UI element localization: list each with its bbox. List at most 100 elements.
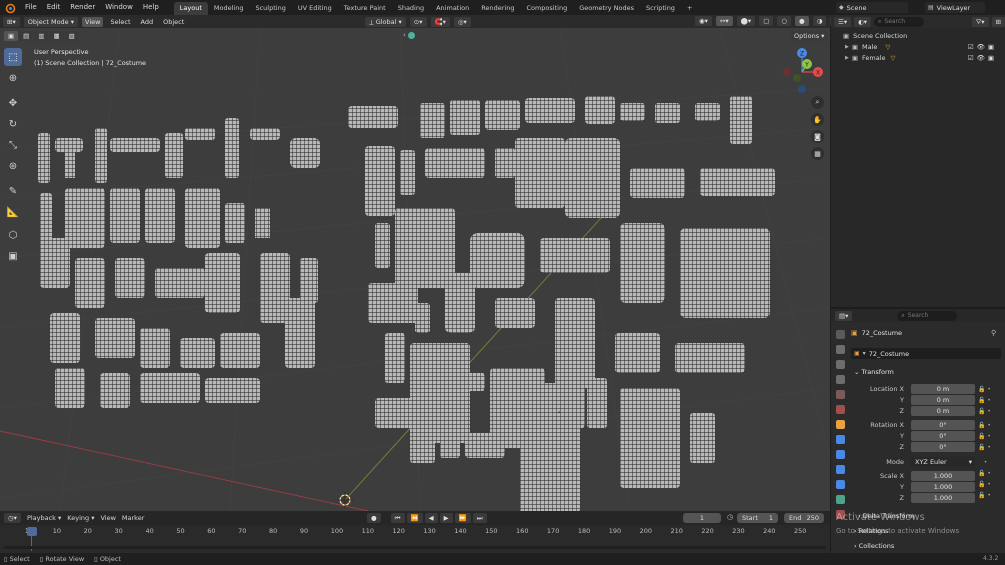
- menu-render[interactable]: Render: [65, 0, 100, 15]
- jump-end-icon[interactable]: ⏭: [472, 513, 487, 523]
- tab-uv-editing[interactable]: UV Editing: [292, 2, 338, 15]
- expand-chevron-icon[interactable]: ▶: [845, 55, 849, 61]
- playhead[interactable]: [27, 527, 37, 536]
- camera-view-icon[interactable]: ◙: [811, 130, 824, 143]
- select-box-tool-icon[interactable]: ⬚: [4, 48, 22, 66]
- keyframe-icon[interactable]: •: [978, 457, 991, 468]
- menu-view[interactable]: View: [82, 16, 104, 27]
- select-subtract-icon[interactable]: ▥: [34, 31, 49, 41]
- rotation-x-field[interactable]: 0°: [911, 420, 975, 430]
- 3d-viewport[interactable]: User Perspective (1) Scene Collection | …: [0, 28, 830, 511]
- outliner-item-male[interactable]: ▶ ▣ Male ▽ ☑👁▣: [831, 41, 1005, 52]
- tab-scripting[interactable]: Scripting: [640, 2, 681, 15]
- add-object-tool-icon[interactable]: ▣: [4, 247, 22, 265]
- xray-icon[interactable]: ▢: [759, 16, 774, 26]
- lock-icon[interactable]: 🔓 •: [978, 442, 991, 453]
- location-y-field[interactable]: 0 m: [911, 395, 975, 405]
- transform-orientation-dropdown[interactable]: ⟂ Global ▾: [365, 16, 406, 27]
- view-layer-selector[interactable]: ▤ ViewLayer: [925, 2, 985, 13]
- outliner-scene-collection[interactable]: ▣ Scene Collection: [831, 30, 1005, 41]
- overlays-icon[interactable]: ⬤▾: [736, 16, 756, 26]
- lock-icon[interactable]: 🔓 •: [978, 395, 991, 406]
- collections-section-header[interactable]: › Collections: [854, 542, 894, 550]
- select-intersect-icon[interactable]: ▧: [64, 31, 79, 41]
- transform-section-header[interactable]: ⌄ Transform: [854, 368, 894, 376]
- location-z-field[interactable]: 0 m: [911, 406, 975, 416]
- gizmo-neg-x-axis[interactable]: [783, 68, 791, 76]
- menu-window[interactable]: Window: [100, 0, 138, 15]
- tool-tab-icon[interactable]: [835, 330, 845, 339]
- jump-start-icon[interactable]: ⏮: [390, 513, 405, 523]
- menu-help[interactable]: Help: [138, 0, 164, 15]
- tab-sculpting[interactable]: Sculpting: [249, 2, 291, 15]
- gizmo-neg-z-axis[interactable]: [798, 85, 806, 93]
- expand-chevron-icon[interactable]: ▶: [845, 44, 849, 50]
- lock-icon[interactable]: 🔓 •: [978, 420, 991, 431]
- menu-keying[interactable]: Keying ▾: [67, 514, 94, 522]
- pan-hand-icon[interactable]: ✋: [811, 113, 824, 126]
- snap-icon[interactable]: 🧲▾: [430, 16, 450, 27]
- perspective-toggle-icon[interactable]: ▦: [811, 147, 824, 160]
- display-mode-icon[interactable]: ◐▾: [854, 16, 872, 27]
- menu-marker[interactable]: Marker: [122, 514, 144, 522]
- pin-icon[interactable]: ⚲: [991, 329, 996, 337]
- rotate-tool-icon[interactable]: ↻: [4, 115, 22, 133]
- scale-x-field[interactable]: 1.000: [911, 471, 975, 481]
- solid-shading-icon[interactable]: ●: [795, 16, 809, 26]
- object-name-field[interactable]: ▣ ▾ 72_Costume: [851, 348, 1001, 359]
- filter-icon[interactable]: ⛛▾: [971, 16, 989, 27]
- tab-shading[interactable]: Shading: [392, 2, 430, 15]
- end-frame-field[interactable]: End 250: [784, 513, 824, 523]
- lock-icon[interactable]: 🔓 •: [978, 490, 991, 501]
- transform-tool-icon[interactable]: ⊛: [4, 157, 22, 175]
- menu-add[interactable]: Add: [138, 18, 157, 26]
- editor-type-button[interactable]: ⊞▾: [3, 16, 20, 27]
- outliner-search-input[interactable]: ⌕ Search: [874, 16, 925, 27]
- cursor-tool-icon[interactable]: ⊕: [4, 69, 22, 87]
- timeline-editor-type-icon[interactable]: ◷▾: [4, 513, 21, 523]
- menu-edit[interactable]: Edit: [42, 0, 66, 15]
- tab-texture-paint[interactable]: Texture Paint: [338, 2, 392, 15]
- select-extend-icon[interactable]: ▤: [19, 31, 34, 41]
- tab-compositing[interactable]: Compositing: [520, 2, 573, 15]
- gizmo-neg-y-axis[interactable]: [793, 74, 801, 82]
- select-new-icon[interactable]: ▣: [4, 31, 19, 41]
- outliner-item-female[interactable]: ▶ ▣ Female ▽ ☑👁▣: [831, 52, 1005, 63]
- menu-object[interactable]: Object: [160, 18, 187, 26]
- jump-keyframe-forward-icon[interactable]: ⏩: [454, 513, 471, 523]
- lock-icon[interactable]: 🔓 •: [978, 468, 991, 479]
- tab-geometry-nodes[interactable]: Geometry Nodes: [573, 2, 640, 15]
- scale-y-field[interactable]: 1.000: [911, 482, 975, 492]
- visibility-icon[interactable]: ◉▾: [695, 16, 712, 26]
- outliner-editor-type-icon[interactable]: ☰▾: [834, 16, 852, 27]
- properties-editor-type-icon[interactable]: ▤▾: [835, 310, 853, 321]
- current-frame-field[interactable]: 1: [683, 513, 721, 523]
- wireframe-shading-icon[interactable]: ○: [777, 16, 792, 26]
- annotate-tool-icon[interactable]: ✎: [4, 182, 22, 200]
- scene-selector[interactable]: ◆ Scene: [836, 2, 908, 13]
- lock-icon[interactable]: 🔓 •: [978, 384, 991, 395]
- object-mode-dropdown[interactable]: Object Mode ▾: [23, 16, 79, 27]
- rotation-y-field[interactable]: 0°: [911, 431, 975, 441]
- start-frame-field[interactable]: Start 1: [737, 513, 778, 523]
- lock-icon[interactable]: 🔓 •: [978, 479, 991, 490]
- tab-layout[interactable]: Layout: [173, 2, 208, 15]
- scale-z-field[interactable]: 1.000: [911, 493, 975, 503]
- rotation-z-field[interactable]: 0°: [911, 442, 975, 452]
- properties-search-input[interactable]: ⌕ Search: [897, 310, 958, 321]
- move-tool-icon[interactable]: ✥: [4, 94, 22, 112]
- menu-timeline-view[interactable]: View: [100, 514, 115, 522]
- tab-modeling[interactable]: Modeling: [208, 2, 250, 15]
- timeline-scrollbar[interactable]: [4, 546, 826, 549]
- pivot-point-icon[interactable]: ⊙▾: [409, 16, 427, 27]
- play-icon[interactable]: ▶: [439, 513, 453, 523]
- add-workspace-button[interactable]: +: [681, 2, 698, 15]
- jump-keyframe-back-icon[interactable]: ⏪: [406, 513, 423, 523]
- tab-rendering[interactable]: Rendering: [475, 2, 520, 15]
- select-invert-icon[interactable]: ▦: [49, 31, 64, 41]
- visibility-toggles[interactable]: ☑👁▣: [968, 43, 997, 51]
- output-tab-icon[interactable]: [835, 360, 845, 369]
- frame-ruler[interactable]: 1102030405060708090100110120130140150160…: [0, 525, 830, 537]
- lock-icon[interactable]: 🔓 •: [978, 406, 991, 417]
- render-tab-icon[interactable]: [835, 345, 845, 354]
